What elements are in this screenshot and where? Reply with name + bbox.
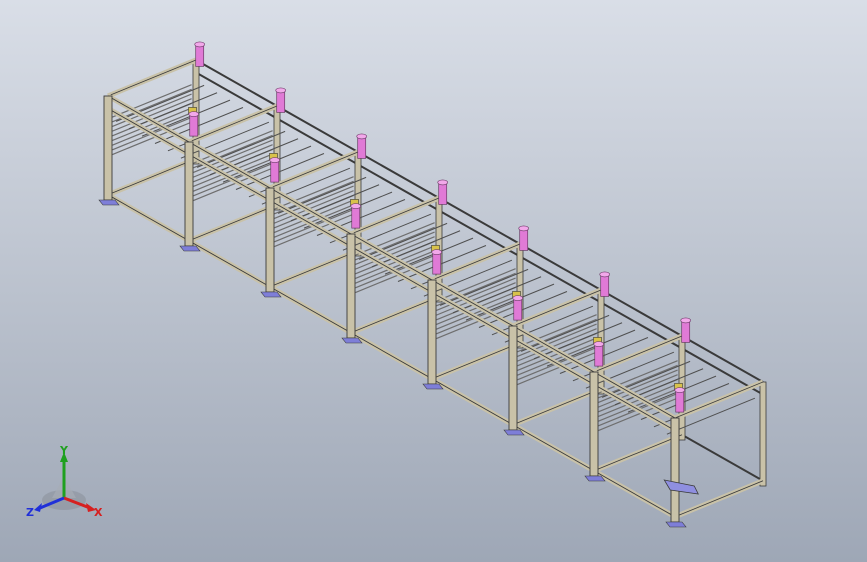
lift-cylinder <box>600 274 610 297</box>
cross-beam-edge <box>188 204 278 242</box>
assembly-model[interactable] <box>0 0 867 562</box>
lift-cylinder <box>675 389 685 413</box>
cylinder-cap <box>269 157 281 163</box>
lift-cylinder <box>189 113 199 137</box>
cylinder-cap <box>437 179 449 186</box>
front-post <box>184 141 194 247</box>
cylinder-cap <box>356 133 368 140</box>
cross-beam-edge <box>269 250 359 288</box>
cross-beam-edge <box>107 59 197 97</box>
cross-beam-edge <box>431 342 521 380</box>
lift-cylinder <box>270 159 280 183</box>
front-post <box>670 417 680 523</box>
front-post <box>589 371 599 477</box>
lift-cylinder <box>519 228 529 251</box>
front-post <box>265 187 275 293</box>
back-rail <box>195 71 764 396</box>
cross-beam-edge <box>593 434 683 472</box>
cylinder-cap <box>680 317 692 324</box>
cylinder-cap <box>593 341 605 347</box>
lift-cylinder <box>357 136 367 159</box>
cylinder-cap <box>194 41 205 48</box>
graphics-viewport[interactable]: Y X Z <box>0 0 867 562</box>
front-post <box>103 95 113 201</box>
cross-beam-edge <box>350 296 440 334</box>
lift-cylinder <box>681 320 691 343</box>
z-axis-arrow <box>34 503 42 512</box>
lift-cylinder <box>195 44 205 67</box>
reference-triad: Y X Z <box>26 446 103 519</box>
lift-cylinder <box>513 297 523 321</box>
cylinder-cap <box>275 87 287 94</box>
cylinder-cap <box>599 271 611 278</box>
lift-cylinder <box>432 251 442 275</box>
cross-beam-edge <box>512 388 602 426</box>
lift-cylinder <box>276 90 286 113</box>
cylinder-cap <box>350 203 362 209</box>
z-axis-label: Z <box>26 506 34 519</box>
lift-cylinder <box>594 343 604 367</box>
cylinder-cap <box>188 111 200 117</box>
cylinder-cap <box>674 387 686 393</box>
front-post <box>346 233 356 339</box>
lift-cylinder <box>438 182 448 205</box>
y-axis-label: Y <box>59 446 69 457</box>
back-post <box>759 381 767 487</box>
drive-motor <box>663 479 699 495</box>
front-post <box>508 325 518 431</box>
cylinder-cap <box>431 249 443 255</box>
cylinder-cap <box>518 225 530 232</box>
lift-cylinder <box>351 205 361 229</box>
cross-beam-edge <box>107 158 197 196</box>
cylinder-cap <box>512 295 524 301</box>
x-axis-label: X <box>94 506 103 519</box>
front-post <box>427 279 437 385</box>
foot-pad <box>665 521 687 528</box>
